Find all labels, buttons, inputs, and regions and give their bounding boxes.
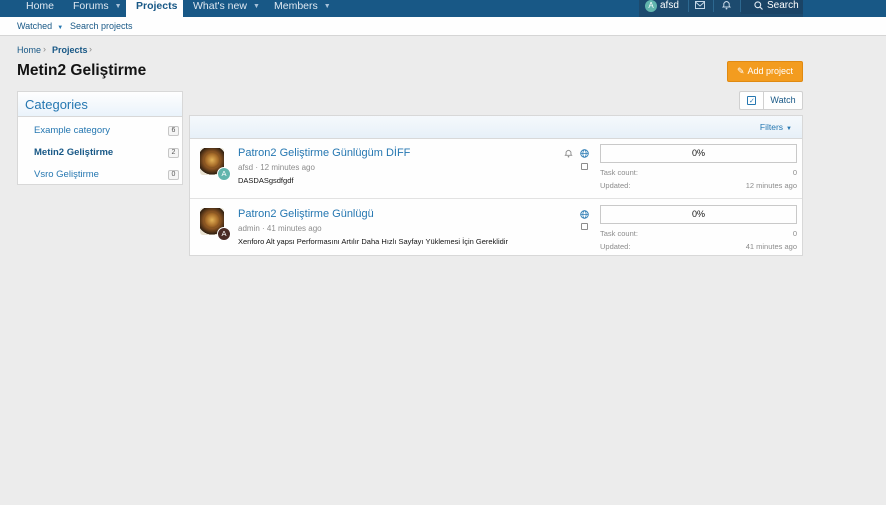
- project-row: A Patron2 Geliştirme Günlügü admin · 41 …: [190, 198, 802, 257]
- project-list: Filters ▼ A Patron2 Geliştirme Günlügüm D…: [189, 115, 803, 256]
- page-title: Metin2 Geliştirme: [17, 62, 147, 79]
- divider: [688, 0, 689, 12]
- search-icon: [754, 1, 763, 10]
- envelope-icon[interactable]: [695, 1, 705, 10]
- select-checkbox[interactable]: [581, 223, 588, 230]
- tab-projects-label: Projects: [136, 0, 178, 12]
- checkmark-icon: ✓: [749, 98, 755, 105]
- chevron-down-icon[interactable]: ▼: [115, 3, 122, 10]
- sub-nav: Watched ▼ Search projects: [0, 17, 886, 36]
- search-button[interactable]: Search: [741, 0, 803, 14]
- progress-bar: 0%: [600, 144, 797, 163]
- task-count-value: 0: [792, 229, 797, 238]
- project-row: A Patron2 Geliştirme Günlügüm DİFF afsd …: [190, 139, 802, 198]
- tab-whats-new[interactable]: What's new ▼: [183, 0, 264, 17]
- breadcrumb-separator-icon: ›: [89, 44, 92, 54]
- project-meta: afsd · 12 minutes ago: [238, 163, 315, 172]
- categories-title: Categories: [18, 92, 182, 117]
- project-title[interactable]: Patron2 Geliştirme Günlügü: [238, 208, 374, 220]
- tab-members-label: Members: [274, 0, 318, 12]
- breadcrumb-projects[interactable]: Projects: [52, 45, 88, 55]
- chevron-down-icon[interactable]: ▼: [324, 3, 331, 10]
- avatar: A: [645, 0, 657, 12]
- bell-icon[interactable]: [564, 149, 573, 158]
- username: afsd: [660, 0, 679, 11]
- watch-button[interactable]: Watch: [764, 91, 803, 110]
- category-example[interactable]: Example category: [34, 125, 110, 136]
- category-metin2[interactable]: Metin2 Geliştirme: [34, 147, 113, 158]
- watched-link[interactable]: Watched ▼: [17, 21, 63, 31]
- category-count: 0: [168, 170, 179, 180]
- tab-forums[interactable]: Forums ▼: [63, 0, 125, 17]
- project-title[interactable]: Patron2 Geliştirme Günlügüm DİFF: [238, 147, 410, 159]
- category-count: 6: [168, 126, 179, 136]
- updated-value: 12 minutes ago: [745, 181, 797, 190]
- tab-home[interactable]: Home: [17, 0, 63, 17]
- lion-icon: [204, 152, 220, 168]
- task-count-label: Task count:: [600, 168, 638, 177]
- add-project-label: Add project: [747, 66, 794, 76]
- globe-icon: [580, 210, 589, 219]
- tab-whats-new-label: What's new: [193, 0, 247, 12]
- select-toggle-button[interactable]: ✓: [739, 91, 764, 110]
- tab-projects[interactable]: Projects: [126, 0, 183, 17]
- task-count-label: Task count:: [600, 229, 638, 238]
- divider: [713, 0, 714, 12]
- project-description: DASDASgsdfgdf: [238, 176, 294, 185]
- category-count: 2: [168, 148, 179, 158]
- select-checkbox[interactable]: [581, 163, 588, 170]
- progress-bar: 0%: [600, 205, 797, 224]
- breadcrumb-home[interactable]: Home: [17, 45, 41, 55]
- add-project-button[interactable]: ✎ Add project: [727, 61, 803, 82]
- search-label: Search: [767, 0, 799, 11]
- tab-members[interactable]: Members ▼: [264, 0, 342, 17]
- user-avatar[interactable]: A: [217, 167, 231, 181]
- globe-icon: [580, 149, 589, 158]
- updated-label: Updated:: [600, 242, 631, 251]
- project-meta: admin · 41 minutes ago: [238, 224, 322, 233]
- chevron-down-icon[interactable]: ▼: [253, 3, 260, 10]
- project-description: Xenforo Alt yapsı Performasını Artılır D…: [238, 237, 508, 246]
- tab-home-label: Home: [26, 0, 55, 12]
- breadcrumb-separator-icon: ›: [43, 44, 46, 54]
- bell-icon[interactable]: [722, 0, 731, 10]
- list-header: Filters ▼: [190, 116, 802, 139]
- filters-button[interactable]: Filters ▼: [760, 122, 792, 132]
- account-link[interactable]: A afsd: [639, 0, 686, 12]
- updated-value: 41 minutes ago: [745, 242, 797, 251]
- chevron-down-icon: ▼: [786, 126, 792, 132]
- tab-forums-label: Forums: [73, 0, 109, 12]
- user-avatar[interactable]: A: [217, 227, 231, 241]
- lion-icon: [204, 212, 220, 228]
- category-vsro[interactable]: Vsro Geliştirme: [34, 169, 99, 180]
- categories-block: Categories Example category 6 Metin2 Gel…: [17, 91, 183, 185]
- filters-label: Filters: [759, 122, 784, 132]
- top-nav: Home Forums ▼ Projects What's new ▼ Member…: [0, 0, 886, 17]
- pencil-square-icon: ✎: [736, 66, 745, 76]
- updated-label: Updated:: [600, 181, 631, 190]
- chevron-down-icon[interactable]: ▼: [57, 25, 63, 31]
- search-projects-link[interactable]: Search projects: [70, 21, 133, 31]
- task-count-value: 0: [792, 168, 797, 177]
- watched-label: Watched: [17, 21, 53, 31]
